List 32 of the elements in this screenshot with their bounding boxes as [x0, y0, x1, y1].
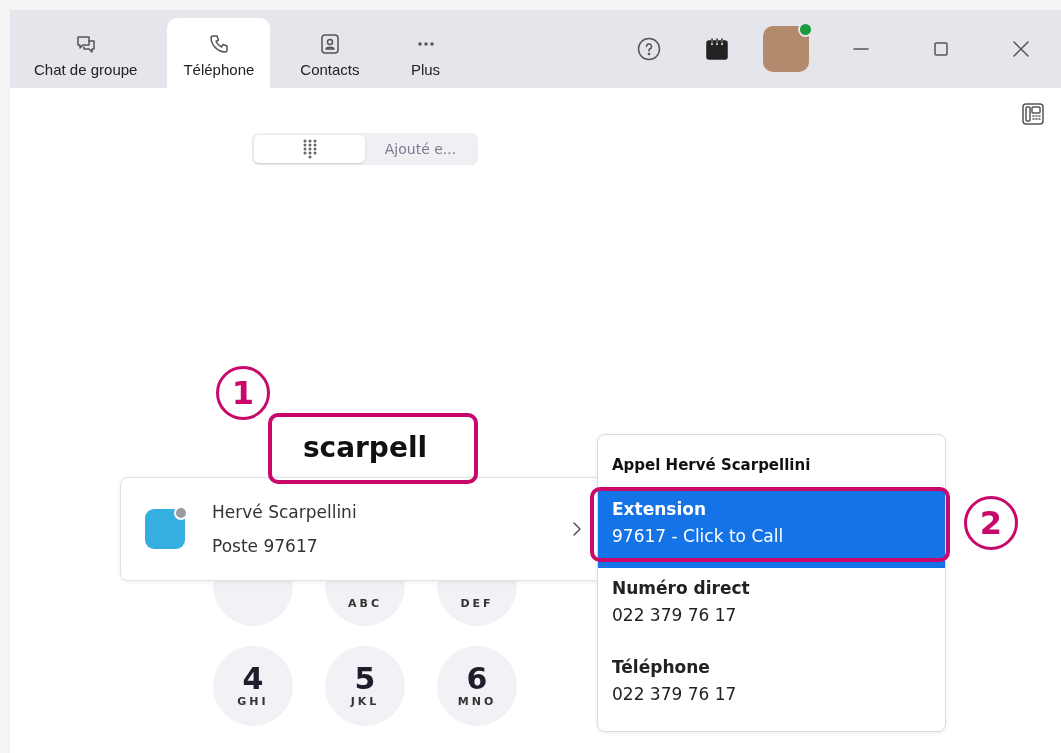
- contact-extension: Poste 97617: [212, 536, 319, 556]
- keypad-icon: [301, 139, 318, 159]
- call-option[interactable]: Extension 97617 - Click to Call: [598, 489, 945, 568]
- call-option[interactable]: Téléphone 022 379 76 17: [598, 647, 945, 726]
- avatar[interactable]: [763, 26, 809, 72]
- segment-tab[interactable]: Ajouté e...: [365, 135, 476, 163]
- desk-phone-icon[interactable]: [1021, 102, 1045, 126]
- tab[interactable]: Chat de groupe: [18, 18, 154, 88]
- calendar-icon[interactable]: [705, 37, 729, 61]
- segment-tab[interactable]: [254, 135, 365, 163]
- menu-title: Appel Hervé Scarpellini: [611, 455, 812, 476]
- phone-icon: [207, 33, 230, 55]
- annotation-number: 1: [216, 366, 270, 420]
- contact-card-icon: [318, 33, 341, 55]
- more-icon: [417, 42, 434, 46]
- close-icon[interactable]: [1012, 40, 1030, 58]
- help-icon[interactable]: [637, 37, 661, 61]
- chat-bubbles-icon: [74, 33, 97, 55]
- keypad-key[interactable]: 5 JKL: [325, 646, 405, 726]
- keypad-key[interactable]: ABC: [325, 579, 405, 626]
- annotation-number: 2: [964, 496, 1018, 550]
- keypad-key[interactable]: 6 MNO: [437, 646, 517, 726]
- contact-name: Hervé Scarpellini: [212, 502, 357, 522]
- keypad-key[interactable]: DEF: [437, 579, 517, 626]
- maximize-icon[interactable]: [933, 41, 949, 57]
- dialed-number: scarpell: [302, 431, 428, 466]
- keypad-key[interactable]: 4 GHI: [213, 646, 293, 726]
- tab[interactable]: Téléphone: [167, 18, 271, 88]
- tab[interactable]: Contacts: [284, 18, 376, 88]
- tab[interactable]: Plus: [389, 18, 462, 88]
- status-badge: [174, 506, 188, 520]
- chevron-right-icon: [572, 521, 582, 537]
